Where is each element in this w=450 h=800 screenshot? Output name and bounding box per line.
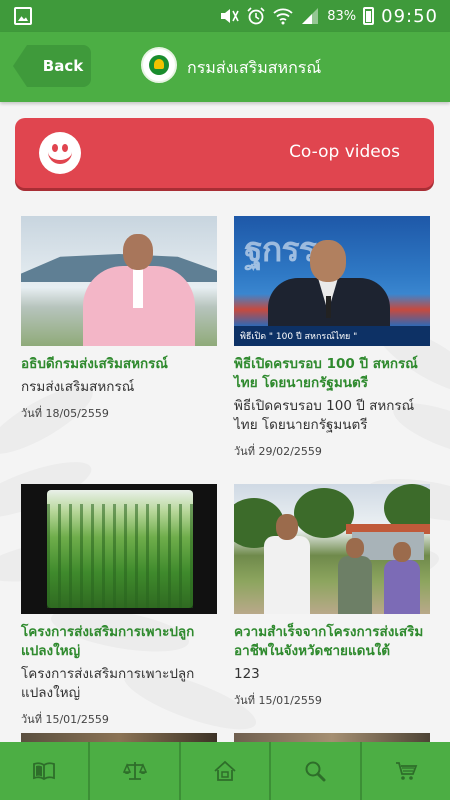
search-icon — [305, 761, 326, 782]
video-thumbnail[interactable]: ฐกรร พิธีเปิด " 100 ปี สหกรณ์ไทย " — [234, 216, 430, 346]
video-card[interactable]: ฐกรร พิธีเปิด " 100 ปี สหกรณ์ไทย " พิธีเ… — [234, 216, 430, 460]
video-title[interactable]: โครงการส่งเสริมการเพาะปลูกแปลงใหญ่ — [21, 623, 217, 661]
video-date: วันที่ 15/01/2559 — [21, 713, 109, 726]
video-thumbnail[interactable] — [21, 216, 217, 346]
nav-scales-button[interactable] — [90, 742, 181, 800]
mute-icon — [221, 9, 239, 23]
nav-cart-button[interactable] — [362, 742, 450, 800]
bottom-nav — [0, 742, 450, 800]
nav-book-button[interactable] — [0, 742, 91, 800]
home-icon — [214, 760, 236, 781]
video-thumbnail[interactable] — [234, 484, 430, 614]
video-description: พิธีเปิดครบรอบ 100 ปี สหกรณ์ไทย โดยนายกร… — [234, 398, 415, 433]
cart-icon — [395, 762, 418, 780]
smiley-icon — [39, 132, 81, 174]
battery-percent: 83% — [327, 8, 357, 24]
video-date: วันที่ 29/02/2559 — [234, 445, 322, 458]
video-title[interactable]: ความสำเร็จจากโครงการส่งเสริมอาชีพในจังหว… — [234, 623, 430, 661]
video-card[interactable]: โครงการส่งเสริมการเพาะปลูกแปลงใหญ่ โครงก… — [21, 484, 217, 728]
thumbnail-caption: พิธีเปิด " 100 ปี สหกรณ์ไทย " — [240, 332, 358, 342]
video-thumbnail[interactable] — [21, 484, 217, 614]
nav-search-button[interactable] — [271, 742, 362, 800]
coop-videos-banner[interactable]: Co-op videos — [15, 118, 434, 188]
video-title[interactable]: พิธีเปิดครบรอบ 100 ปี สหกรณ์ไทย โดยนายกร… — [234, 355, 430, 393]
scales-icon — [122, 762, 147, 780]
battery-icon — [363, 7, 375, 25]
clock: 09:50 — [381, 5, 438, 27]
back-button[interactable]: Back — [13, 45, 91, 87]
signal-icon — [302, 8, 319, 24]
app-header: Back กรมส่งเสริมสหกรณ์ — [0, 32, 450, 102]
video-description: 123 — [234, 666, 260, 682]
alarm-icon — [247, 7, 265, 25]
video-card[interactable]: อธิบดีกรมส่งเสริมสหกรณ์ กรมส่งเสริมสหกรณ… — [21, 216, 217, 422]
coop-logo — [141, 47, 177, 83]
video-date: วันที่ 18/05/2559 — [21, 407, 109, 420]
video-date: วันที่ 15/01/2559 — [234, 694, 322, 707]
video-description: กรมส่งเสริมสหกรณ์ — [21, 379, 135, 395]
book-icon — [33, 762, 56, 781]
banner-label: Co-op videos — [289, 142, 400, 162]
nav-home-button[interactable] — [181, 742, 272, 800]
gallery-notification-icon — [14, 7, 32, 25]
video-card[interactable]: ความสำเร็จจากโครงการส่งเสริมอาชีพในจังหว… — [234, 484, 430, 709]
wifi-icon — [273, 8, 293, 25]
status-bar: 83% 09:50 — [0, 0, 450, 32]
page-title: กรมส่งเสริมสหกรณ์ — [187, 58, 322, 77]
video-description: โครงการส่งเสริมการเพาะปลูกแปลงใหญ่ — [21, 666, 195, 701]
status-icons: 83% 09:50 — [219, 4, 438, 28]
video-title[interactable]: อธิบดีกรมส่งเสริมสหกรณ์ — [21, 355, 217, 374]
